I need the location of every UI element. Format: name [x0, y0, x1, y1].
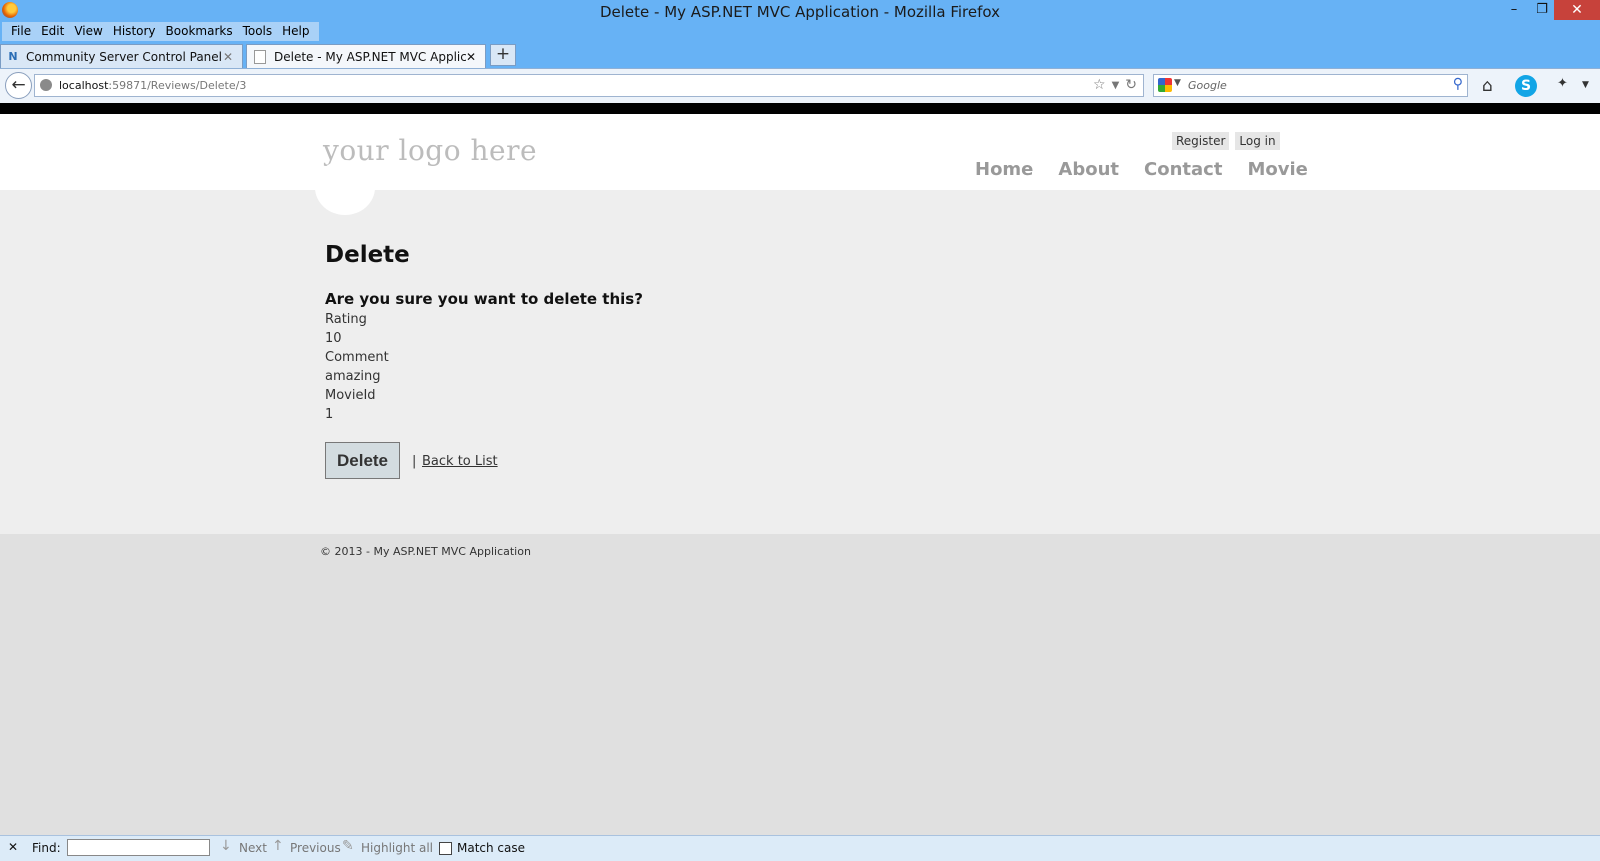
tab-close-icon[interactable]: ✕	[223, 50, 237, 64]
nav-about[interactable]: About	[1058, 159, 1119, 180]
main-content: Delete Are you sure you want to delete t…	[0, 190, 1600, 534]
field-label-rating: Rating	[325, 312, 367, 327]
separator: |	[412, 454, 417, 469]
url-host: localhost	[59, 79, 109, 92]
site-header: your logo here Register Log in Home Abou…	[0, 114, 1600, 190]
previous-arrow-icon: ↑	[272, 838, 284, 854]
menu-help[interactable]: Help	[277, 22, 314, 41]
find-label: Find:	[32, 841, 61, 855]
menu-view[interactable]: View	[69, 22, 107, 41]
match-case-checkbox[interactable]	[439, 842, 452, 855]
nav-contact[interactable]: Contact	[1144, 159, 1222, 180]
skype-icon[interactable]: S	[1515, 75, 1537, 97]
globe-icon	[40, 79, 52, 91]
tab-label: Community Server Control Panel	[26, 49, 222, 64]
menu-edit[interactable]: Edit	[36, 22, 69, 41]
search-engine-dropdown-icon[interactable]: ▼	[1174, 78, 1181, 88]
tab-community-server[interactable]: N Community Server Control Panel ✕	[0, 44, 243, 68]
confirm-question: Are you sure you want to delete this?	[325, 290, 643, 308]
reload-icon[interactable]: ↻	[1125, 77, 1137, 95]
register-link[interactable]: Register	[1172, 132, 1230, 150]
field-label-comment: Comment	[325, 350, 389, 365]
field-value-comment: amazing	[325, 369, 381, 384]
back-arrow-icon[interactable]: ←	[5, 72, 32, 99]
field-value-rating: 10	[325, 331, 342, 346]
search-placeholder: Google	[1188, 79, 1227, 92]
menu-history[interactable]: History	[108, 22, 161, 41]
main-nav: Home About Contact Movie	[975, 159, 1308, 180]
nav-movie[interactable]: Movie	[1247, 159, 1307, 180]
search-icon[interactable]: ⚲	[1453, 76, 1463, 92]
google-icon[interactable]	[1158, 78, 1172, 92]
tab-label: Delete - My ASP.NET MVC Application	[274, 49, 466, 64]
tab-close-icon[interactable]: ✕	[466, 50, 480, 64]
close-find-bar-icon[interactable]: ✕	[8, 840, 18, 854]
footer-copyright: © 2013 - My ASP.NET MVC Application	[320, 545, 531, 558]
addon-icon[interactable]: ✦	[1557, 76, 1568, 91]
highlight-all-button[interactable]: Highlight all	[361, 841, 433, 855]
new-tab-button[interactable]: +	[490, 44, 516, 66]
field-value-movieid: 1	[325, 407, 334, 422]
highlight-pen-icon: ✎	[342, 838, 354, 854]
back-to-list-link[interactable]: Back to List	[422, 454, 498, 469]
login-links: Register Log in	[1172, 132, 1280, 150]
match-case-label[interactable]: Match case	[457, 841, 525, 855]
find-next-button[interactable]: Next	[239, 841, 267, 855]
bookmark-star-icon[interactable]: ☆	[1093, 77, 1106, 95]
menu-file[interactable]: File	[6, 22, 36, 41]
page-top-strip	[0, 103, 1600, 114]
menu-bookmarks[interactable]: Bookmarks	[161, 22, 238, 41]
find-previous-button[interactable]: Previous	[290, 841, 341, 855]
url-path: :59871/Reviews/Delete/3	[108, 79, 247, 92]
page-title: Delete	[325, 242, 410, 268]
tab-delete-page[interactable]: Delete - My ASP.NET MVC Application ✕	[246, 44, 486, 68]
address-bar[interactable]: localhost:59871/Reviews/Delete/3 ☆ ▼ ↻	[34, 74, 1144, 97]
asp-net-icon: N	[8, 49, 18, 63]
url-dropdown-icon[interactable]: ▼	[1112, 77, 1120, 95]
next-arrow-icon: ↓	[220, 838, 232, 854]
home-icon[interactable]: ⌂	[1482, 76, 1493, 96]
field-label-movieid: MovieId	[325, 388, 376, 403]
url-icons: ☆ ▼ ↻	[1093, 77, 1137, 95]
menu-bar: File Edit View History Bookmarks Tools H…	[2, 22, 319, 41]
navigation-toolbar: ← localhost:59871/Reviews/Delete/3 ☆ ▼ ↻…	[0, 68, 1600, 103]
window-title: Delete - My ASP.NET MVC Application - Mo…	[599, 3, 1000, 21]
nav-home[interactable]: Home	[975, 159, 1033, 180]
login-link[interactable]: Log in	[1235, 132, 1280, 150]
find-input[interactable]	[67, 839, 210, 856]
search-bar[interactable]: ▼ Google ⚲	[1153, 74, 1468, 97]
close-window-icon[interactable]: ✕	[1554, 0, 1600, 20]
menu-tools[interactable]: Tools	[238, 22, 278, 41]
header-circle-decoration	[315, 160, 375, 215]
toolbar-menu-dropdown-icon[interactable]: ▼	[1582, 80, 1589, 90]
find-bar: ✕ Find: ↓ Next ↑ Previous ✎ Highlight al…	[0, 835, 1600, 861]
delete-button[interactable]: Delete	[325, 442, 400, 479]
page-icon	[254, 49, 266, 64]
url-text: localhost:59871/Reviews/Delete/3	[59, 79, 246, 92]
